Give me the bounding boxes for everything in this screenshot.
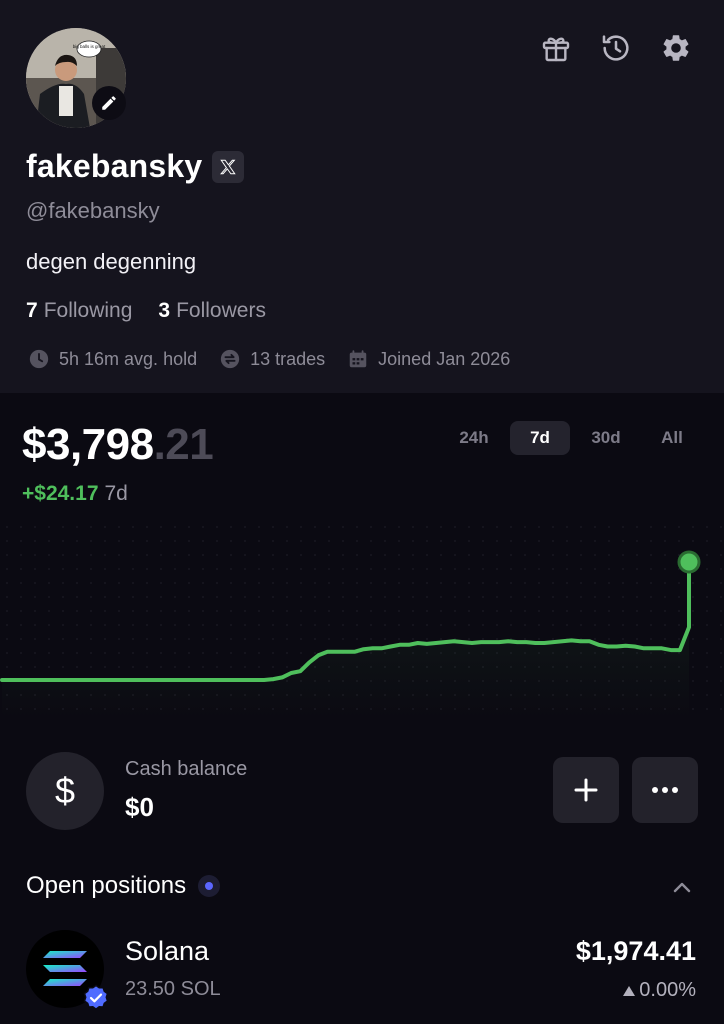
range-tab-7d[interactable]: 7d — [510, 421, 570, 455]
position-token-value: $1,974.41 — [575, 936, 696, 966]
profile-bio: degen degenning — [26, 249, 197, 274]
following-link[interactable]: 7 Following — [26, 299, 132, 323]
x-logo-icon — [220, 159, 237, 174]
followers-link[interactable]: 3 Followers — [158, 299, 266, 323]
history-button[interactable] — [598, 30, 634, 66]
open-positions-title: Open positions — [26, 872, 187, 899]
change-period: 7d — [104, 482, 128, 505]
position-change-value: 0.00% — [639, 979, 696, 1001]
header-actions — [538, 30, 694, 66]
plus-icon — [574, 778, 598, 802]
more-options-button[interactable] — [632, 757, 698, 823]
profile-name: fakebansky — [26, 148, 203, 184]
x-link-button[interactable] — [212, 150, 245, 183]
edit-avatar-button[interactable] — [92, 86, 126, 120]
position-token-amount: 23.50 SOL — [125, 978, 221, 1000]
cash-icon-circle: $ — [26, 752, 104, 830]
gift-button[interactable] — [538, 30, 574, 66]
open-positions-header: Open positions — [26, 872, 221, 900]
trades-stat: 13 trades — [219, 348, 325, 370]
gift-icon — [542, 37, 570, 62]
followers-count: 3 — [158, 299, 171, 322]
dollar-icon: $ — [54, 770, 76, 811]
cash-balance-label: Cash balance — [125, 758, 248, 780]
settings-button[interactable] — [658, 30, 694, 66]
position-token-name[interactable]: Solana — [125, 936, 209, 967]
following-label: Following — [43, 299, 133, 322]
live-indicator-icon — [198, 875, 221, 897]
joined-stat: Joined Jan 2026 — [347, 348, 510, 370]
avg-hold-stat: 5h 16m avg. hold — [28, 348, 197, 370]
portfolio-value-main: $3,798 — [22, 420, 154, 469]
joined-text: Joined Jan 2026 — [378, 348, 511, 369]
profile-meta: 5h 16m avg. hold 13 trades Joined Jan 20… — [28, 348, 510, 370]
position-token-change: 0.00% — [623, 979, 696, 1002]
swap-icon — [220, 349, 240, 369]
portfolio-chart[interactable] — [0, 520, 724, 720]
following-count: 7 — [26, 299, 38, 322]
chevron-up-icon[interactable] — [670, 876, 694, 900]
solana-logo-icon — [43, 951, 87, 986]
add-cash-button[interactable] — [553, 757, 619, 823]
portfolio-value-cents: .21 — [153, 420, 214, 469]
pencil-icon — [102, 96, 116, 110]
trades-text: 13 trades — [250, 348, 326, 369]
profile-name-row: fakebansky — [26, 148, 245, 185]
range-tab-30d[interactable]: 30d — [576, 421, 636, 455]
clock-icon — [29, 349, 49, 369]
verified-badge-icon — [83, 984, 109, 1011]
profile-header: big balls is great fakebansky @fakebansk… — [0, 0, 724, 393]
followers-label: Followers — [176, 299, 266, 322]
portfolio-change: +$24.17 7d — [22, 482, 128, 506]
settings-gear-icon — [663, 35, 689, 61]
profile-handle: @fakebansky — [26, 198, 160, 223]
time-range-selector: 24h 7d 30d All — [444, 421, 702, 455]
follow-stats: 7 Following 3 Followers — [26, 299, 266, 323]
more-dots-icon — [652, 787, 678, 793]
range-tab-24h[interactable]: 24h — [444, 421, 504, 455]
chart-endpoint-marker[interactable] — [677, 550, 701, 574]
portfolio-value: $3,798.21 — [22, 420, 214, 470]
history-icon — [602, 35, 629, 61]
avg-hold-text: 5h 16m avg. hold — [59, 348, 198, 369]
change-amount: +$24.17 — [22, 482, 99, 505]
cash-balance-value: $0 — [125, 792, 154, 822]
calendar-icon — [349, 350, 367, 368]
triangle-up-icon — [623, 985, 636, 996]
avatar-speech-text: big balls is great — [73, 44, 106, 49]
range-tab-all[interactable]: All — [642, 421, 702, 455]
